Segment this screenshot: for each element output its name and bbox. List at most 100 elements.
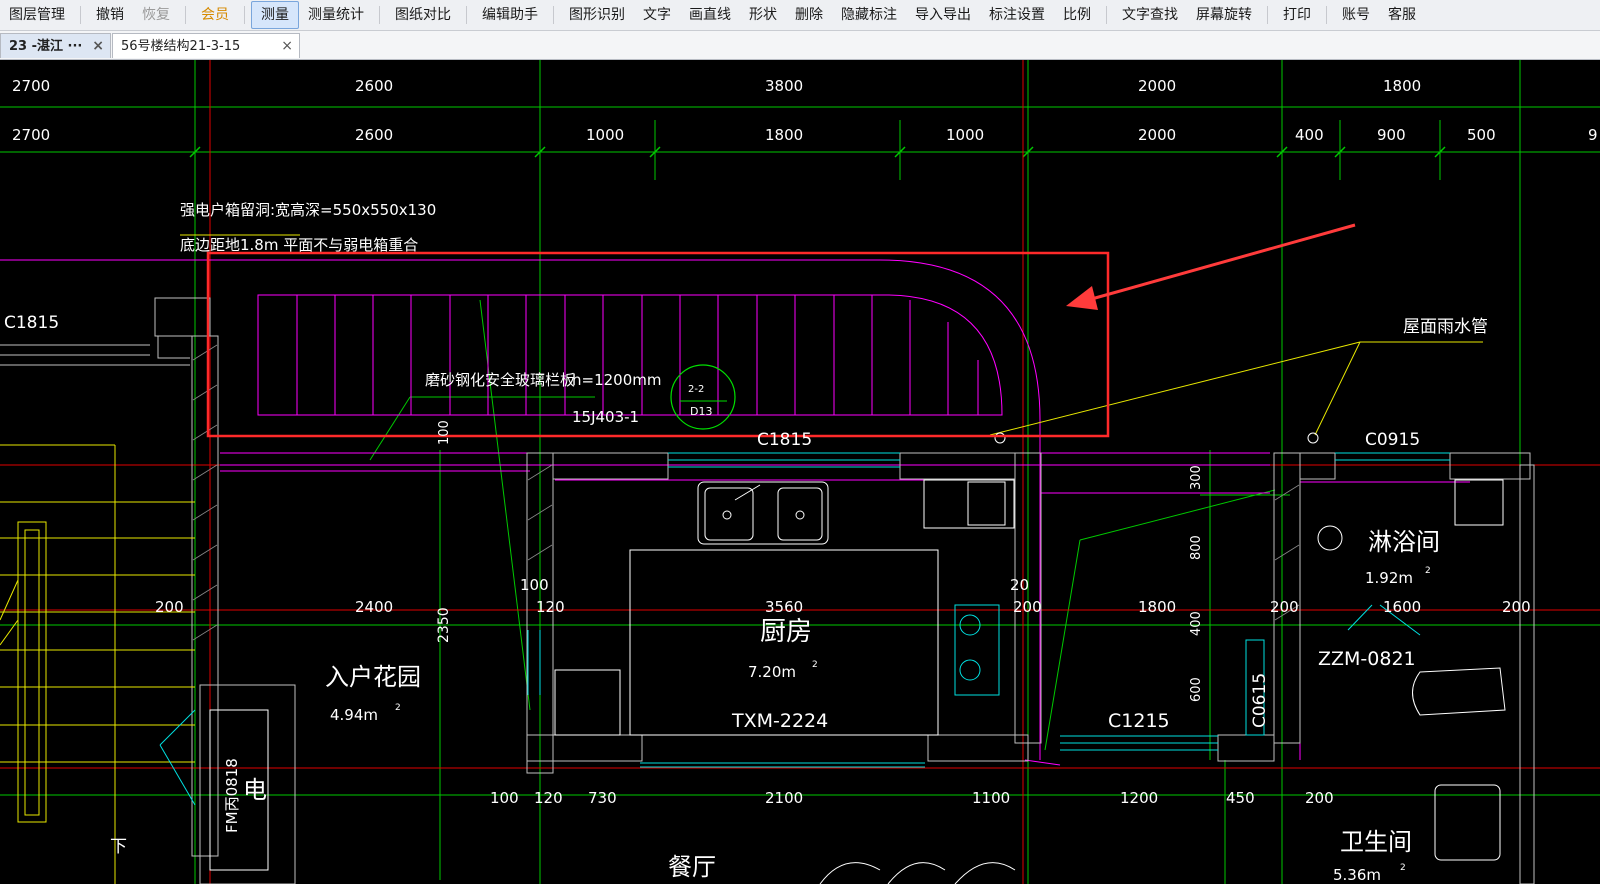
toolbar-separator [80,6,81,24]
area-superscript: 2 [395,703,401,713]
dim-label: 3800 [765,77,803,95]
dim-label: 100 [437,420,452,445]
railing-ref: 15J403-1 [572,408,639,426]
dim-label: 2700 [12,126,50,144]
note-electric-height: 底边距地1.8m 平面不与弱电箱重合 [180,236,418,254]
dim-label: 900 [1377,126,1406,144]
toolbar-separator [1326,6,1327,24]
dim-label: 120 [536,598,565,616]
window-tag: C0615 [1250,673,1270,728]
area-superscript: 2 [1425,566,1431,576]
toolbar-button-3[interactable]: 会员 [192,1,238,29]
toolbar-button-6[interactable]: 图纸对比 [386,1,460,29]
dim-label: 200 [1270,598,1299,616]
room-area-kitchen: 7.20m [748,663,796,681]
toolbar-separator [1106,6,1107,24]
detail-sheet: D13 [690,405,712,418]
dim-label: 2000 [1138,77,1176,95]
dim-label: 1200 [1120,789,1158,807]
toolbar-button-17[interactable]: 文字查找 [1113,1,1187,29]
toolbar-button-18[interactable]: 屏幕旋转 [1187,1,1261,29]
room-name-garden: 入户花园 [325,663,421,691]
room-name-bathroom: 卫生间 [1340,828,1412,856]
dim-label: 200 [1502,598,1531,616]
close-icon[interactable]: × [281,34,293,59]
toolbar-button-5[interactable]: 测量统计 [299,1,373,29]
door-tag: TXM-2224 [731,710,828,732]
room-area-garden: 4.94m [330,706,378,724]
area-superscript: 2 [812,660,818,670]
dim-label: 600 [1189,677,1204,702]
dim-label: 500 [1467,126,1496,144]
dim-label: 400 [1189,611,1204,636]
toolbar-button-7[interactable]: 编辑助手 [473,1,547,29]
dim-label: 3560 [765,598,803,616]
window-tag: C1215 [1108,710,1170,732]
dim-label: 800 [1189,535,1204,560]
dim-label: 1800 [1383,77,1421,95]
toolbar-button-4[interactable]: 测量 [251,1,299,29]
toolbar-separator [244,6,245,24]
room-area-shower: 1.92m [1365,569,1413,587]
detail-number: 2-2 [688,384,704,395]
annotation-arrow-head [1066,286,1098,310]
dim-label: 200 [1305,789,1334,807]
dim-label: 300 [1189,465,1204,490]
dim-label: 1000 [946,126,984,144]
window-tag: C1815 [4,313,59,333]
toolbar-button-21[interactable]: 客服 [1379,1,1425,29]
stair-direction-label: 下 [110,837,127,857]
dim-label: 2600 [355,126,393,144]
rain-pipe-symbol [994,432,1006,444]
dim-label: 1800 [765,126,803,144]
railing-height: h=1200mm [572,371,661,389]
toolbar-button-0[interactable]: 图层管理 [0,1,74,29]
tab-zhanjiang[interactable]: 23 -湛江 ··· × [0,33,111,58]
toolbar-button-12[interactable]: 删除 [786,1,832,29]
toolbar-button-1[interactable]: 撤销 [87,1,133,29]
toolbar-button-10[interactable]: 画直线 [680,1,740,29]
door-tag: FM丙0818 [223,758,241,833]
toolbar-button-15[interactable]: 标注设置 [980,1,1054,29]
toolbar-button-19[interactable]: 打印 [1274,1,1320,29]
area-superscript: 2 [1400,863,1406,873]
dim-label: 2100 [765,789,803,807]
window-tag: C0915 [1365,430,1420,450]
toolbar-button-14[interactable]: 导入导出 [906,1,980,29]
dim-label: 730 [588,789,617,807]
toolbar-button-2[interactable]: 恢复 [133,1,179,29]
document-tab-bar: 23 -湛江 ··· × 56号楼结构21-3-15 × [0,31,1600,60]
tab-building-56[interactable]: 56号楼结构21-3-15 × [112,33,300,58]
tab-label: 56号楼结构21-3-15 [121,39,241,54]
cad-drawing-canvas[interactable]: 2700 2600 3800 2000 1800 2700 2600 1000 … [0,60,1600,884]
toolbar-button-11[interactable]: 形状 [740,1,786,29]
window-tag: C1815 [757,430,812,450]
close-icon[interactable]: × [92,34,104,59]
detail-bubble [670,364,736,430]
dim-label: 1000 [586,126,624,144]
dim-label: 450 [1226,789,1255,807]
annotation-arrow-shaft[interactable] [1087,223,1356,302]
toolbar-button-8[interactable]: 图形识别 [560,1,634,29]
dim-label: 2000 [1138,126,1176,144]
toolbar-separator [466,6,467,24]
dim-label: 400 [1295,126,1324,144]
toolbar-separator [379,6,380,24]
toolbar-button-16[interactable]: 比例 [1054,1,1100,29]
door-tag: ZZM-0821 [1318,648,1416,670]
railing-note: 磨砂钢化安全玻璃栏板 [425,371,575,389]
dim-label: 20 [1010,576,1029,594]
toolbar-separator [185,6,186,24]
dim-label: 100 [490,789,519,807]
toolbar-button-9[interactable]: 文字 [634,1,680,29]
toolbar-separator [553,6,554,24]
note-electric-box: 强电户箱留洞:宽高深=550x550x130 [180,201,436,219]
dim-label: 120 [534,789,563,807]
room-name-shower: 淋浴间 [1368,528,1440,556]
dim-label: 200 [155,598,184,616]
room-name-dining: 餐厅 [668,853,716,881]
toolbar-button-20[interactable]: 账号 [1333,1,1379,29]
dim-label: 1100 [972,789,1010,807]
electric-room-label: 电 [243,776,267,804]
toolbar-button-13[interactable]: 隐藏标注 [832,1,906,29]
